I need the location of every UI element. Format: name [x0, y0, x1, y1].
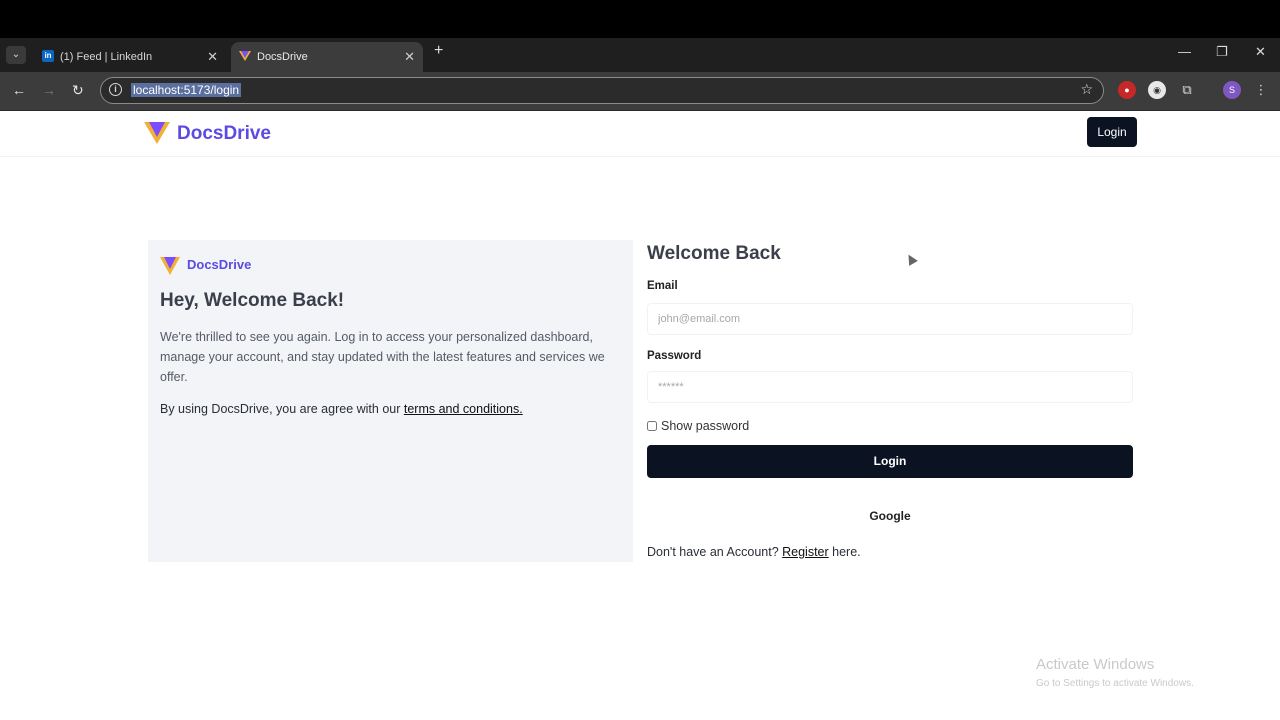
google-login-button[interactable]: Google: [647, 502, 1133, 530]
extension-red-icon[interactable]: ●: [1118, 81, 1136, 99]
register-text: Don't have an Account? Register here.: [647, 545, 861, 559]
new-tab-icon[interactable]: +: [434, 42, 443, 60]
bookmark-star-icon[interactable]: ☆: [1080, 81, 1093, 98]
register-prefix: Don't have an Account?: [647, 545, 783, 559]
reload-icon[interactable]: ↻: [72, 82, 84, 99]
password-label: Password: [647, 350, 702, 362]
docsdrive-logo-icon: [160, 257, 180, 275]
address-bar[interactable]: i localhost:5173/login ☆: [100, 77, 1104, 104]
browser-tab-strip: ⌄ in (1) Feed | LinkedIn ✕ DocsDrive ✕: [0, 38, 1280, 72]
site-header: DocsDrive Login: [0, 110, 1280, 157]
tab-docsdrive[interactable]: DocsDrive ✕: [231, 42, 423, 72]
password-field[interactable]: [647, 371, 1133, 403]
login-form: Welcome Back Email Password Show passwor…: [647, 240, 1133, 570]
tab-title: DocsDrive: [257, 51, 308, 63]
watermark-title: Activate Windows: [1036, 656, 1155, 673]
form-heading: Welcome Back: [647, 243, 781, 264]
docsdrive-logo-icon: [144, 122, 170, 144]
welcome-card: DocsDrive Hey, Welcome Back! We're thril…: [148, 240, 633, 562]
extensions-puzzle-icon[interactable]: ⧉: [1178, 81, 1196, 99]
card-brand-name: DocsDrive: [187, 257, 252, 272]
browser-menu-icon[interactable]: ⋮: [1252, 81, 1270, 99]
back-icon[interactable]: ←: [12, 82, 26, 98]
extension-broadcast-icon[interactable]: ◉: [1148, 81, 1166, 99]
close-icon[interactable]: ✕: [207, 49, 218, 65]
card-description: We're thrilled to see you again. Log in …: [160, 330, 605, 384]
profile-avatar-icon[interactable]: S: [1223, 81, 1241, 99]
activate-windows-watermark: Activate Windows Go to Settings to activ…: [1036, 656, 1194, 689]
register-suffix: here.: [828, 545, 861, 559]
card-heading: Hey, Welcome Back!: [160, 290, 345, 311]
login-submit-button[interactable]: Login: [647, 445, 1133, 478]
show-password-checkbox[interactable]: [647, 421, 657, 431]
terms-link[interactable]: terms and conditions.: [404, 402, 523, 416]
register-link[interactable]: Register: [782, 545, 829, 559]
linkedin-icon: in: [42, 50, 54, 62]
show-password-label: Show password: [661, 419, 750, 433]
tab-linkedin[interactable]: in (1) Feed | LinkedIn ✕: [34, 42, 226, 72]
minimize-icon[interactable]: —: [1178, 44, 1191, 59]
screen-top-bar: [0, 0, 1280, 38]
header-login-button[interactable]: Login: [1087, 117, 1137, 147]
browser-toolbar: ← → ↻ i localhost:5173/login ☆ ● ◉ ⧉ S ⋮: [0, 72, 1280, 111]
site-info-icon[interactable]: i: [109, 83, 122, 96]
window-close-icon[interactable]: ✕: [1255, 44, 1266, 60]
tab-title: (1) Feed | LinkedIn: [60, 51, 153, 63]
address-url[interactable]: localhost:5173/login: [131, 83, 242, 97]
email-label: Email: [647, 280, 678, 292]
show-password-toggle[interactable]: Show password: [647, 419, 749, 433]
close-icon[interactable]: ✕: [404, 49, 415, 65]
email-field[interactable]: [647, 303, 1133, 335]
forward-icon[interactable]: →: [42, 82, 56, 98]
terms-text: By using DocsDrive, you are agree with o…: [160, 402, 523, 416]
docsdrive-logo-icon: [239, 51, 251, 61]
terms-prefix: By using DocsDrive, you are agree with o…: [160, 402, 404, 416]
tab-search-button[interactable]: ⌄: [6, 46, 26, 64]
watermark-subtitle: Go to Settings to activate Windows.: [1036, 678, 1194, 689]
restore-icon[interactable]: ❐: [1216, 44, 1228, 60]
brand-name: DocsDrive: [177, 123, 271, 144]
